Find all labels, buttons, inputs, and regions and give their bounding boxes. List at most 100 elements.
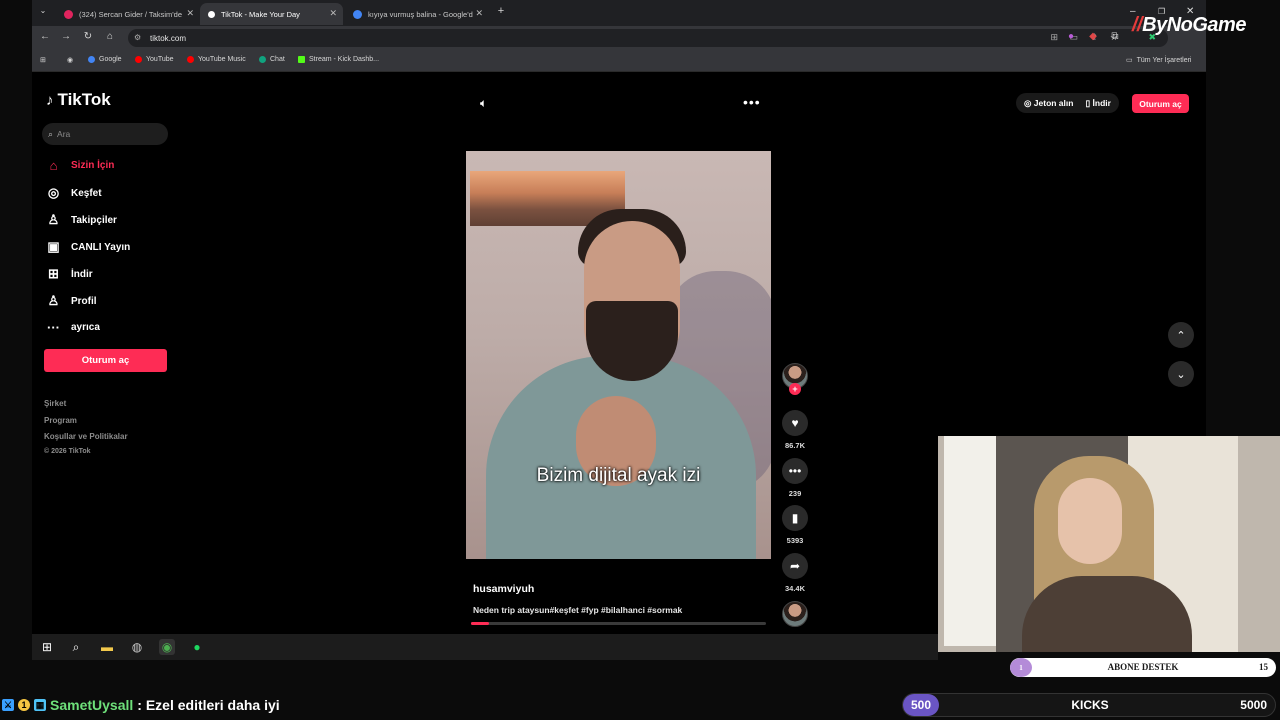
tab-google[interactable]: kıyıya vurmuş balina - Google'd ✕ [345, 3, 489, 25]
share-button[interactable]: ➦ 34.4K [780, 553, 810, 593]
streamer-sweater [1022, 576, 1192, 652]
cam-shelf [944, 436, 996, 646]
bookmark-kick[interactable]: Stream - Kick Dashb... [298, 56, 379, 63]
like-button[interactable]: ♥ 86.7K [780, 410, 810, 450]
bookmark-google[interactable]: Google [88, 56, 122, 63]
bookmark-youtube[interactable]: YouTube [135, 56, 174, 63]
phone-icon: ▯ [1085, 97, 1093, 108]
tiktok-logo[interactable]: ♪ TikTok [46, 90, 111, 110]
file-explorer-icon[interactable]: ▬ [99, 639, 115, 655]
coins-label: Jeton alın [1033, 97, 1074, 108]
chat-icon [259, 56, 266, 63]
nav-label: CANLI Yayın [71, 241, 131, 253]
streamer-face [1058, 478, 1122, 564]
logo-text: TikTok [57, 90, 111, 109]
nav-for-you[interactable]: ⌂ Sizin İçin [46, 158, 115, 173]
footer-company[interactable]: Şirket [44, 399, 66, 408]
close-tab-icon[interactable]: ✕ [186, 8, 194, 19]
nav-more[interactable]: ··· ayrıca [46, 320, 100, 335]
previous-video-button[interactable]: ⌃ [1168, 322, 1194, 348]
subscriber-goal-bar: 1 ABONE DESTEK 15 [1010, 658, 1276, 677]
site-info-icon[interactable]: ⚙ [134, 33, 141, 42]
google-icon [88, 56, 95, 63]
nav-followers[interactable]: ♙ Takipçiler [46, 212, 117, 228]
bookmark-youtube-music[interactable]: YouTube Music [187, 56, 246, 63]
close-tab-icon[interactable]: ✕ [475, 8, 483, 19]
tab-youtube[interactable]: (324) Sercan Gider / Taksim'de ✕ [56, 3, 200, 25]
coin-icon: ◎ [1024, 97, 1034, 108]
top-actions: ◎ Jeton alın ▯ İndir [1016, 93, 1119, 113]
top-login-button[interactable]: Oturum aç [1132, 94, 1189, 113]
nav-profile[interactable]: ♙ Profil [46, 293, 97, 309]
footer-program[interactable]: Program [44, 416, 77, 425]
badge-icon: 1 [18, 699, 30, 711]
youtube-icon [135, 56, 142, 63]
volume-icon[interactable]: 🔈︎ [480, 96, 487, 111]
kick-icon [298, 56, 305, 63]
share-arrow-icon: ➦ [782, 553, 808, 579]
nav-label: Keşfet [71, 187, 102, 199]
chrome-icon[interactable]: ◉ [67, 56, 73, 64]
extension-icon[interactable]: ● [1064, 31, 1078, 42]
chevron-down-icon: ⌄ [1176, 368, 1186, 381]
browser-tab-bar: ⌄ (324) Sercan Gider / Taksim'de ✕ TikTo… [32, 0, 1206, 26]
forward-icon[interactable]: → [59, 31, 73, 42]
more-options-icon[interactable]: ••• [743, 94, 761, 110]
translate-icon[interactable]: ⊞ [1050, 32, 1058, 43]
comment-button[interactable]: ••• 239 [780, 458, 810, 498]
search-input[interactable]: ⌕ Ara [42, 123, 168, 145]
new-tab-button[interactable]: + [494, 5, 508, 17]
bookmark-chat[interactable]: Chat [259, 56, 285, 63]
footer-copyright: © 2026 TikTok [44, 448, 91, 455]
nav-download[interactable]: ⊞ İndir [46, 266, 93, 282]
download-app-link[interactable]: ▯ İndir [1085, 98, 1110, 109]
tab-tiktok[interactable]: TikTok - Make Your Day ✕ [200, 3, 343, 25]
bookmark-label: YouTube Music [198, 56, 246, 63]
video-progress-bar[interactable] [471, 622, 766, 625]
all-bookmarks[interactable]: ▭ Tüm Yer İşaretleri [1126, 56, 1192, 65]
video-author[interactable]: husamviyuh [473, 583, 534, 595]
chrome-taskbar-icon[interactable]: ◉ [159, 639, 175, 655]
logo-part: By [1142, 14, 1167, 36]
login-button[interactable]: Oturum aç [44, 349, 167, 372]
address-bar[interactable]: ⚙ tiktok.com ⊞ ▭ ⇪ ☆ ✖ [128, 29, 1168, 47]
back-icon[interactable]: ← [38, 31, 52, 42]
sound-disc-icon [782, 601, 808, 627]
save-button[interactable]: ▮ 5393 [780, 505, 810, 545]
goal-target: 15 [1259, 662, 1268, 672]
windows-start-icon[interactable]: ⊞ [39, 639, 55, 655]
home-icon[interactable]: ⌂ [103, 31, 117, 42]
tiktok-note-icon: ♪ [46, 91, 54, 109]
chat-text: : Ezel editleri daha iyi [137, 697, 280, 713]
apps-grid-icon[interactable]: ⊞ [40, 56, 46, 64]
spotify-icon[interactable]: ● [189, 639, 205, 655]
get-coins-link[interactable]: ◎ Jeton alın [1024, 98, 1073, 109]
extension-icon[interactable]: ◆ [1086, 31, 1100, 42]
all-bookmarks-label: Tüm Yer İşaretleri [1136, 56, 1192, 64]
follow-plus-icon[interactable]: + [789, 383, 801, 395]
tab-title: (324) Sercan Gider / Taksim'de [79, 9, 183, 19]
close-tab-icon[interactable]: ✕ [329, 8, 337, 19]
sound-avatar[interactable] [780, 601, 810, 627]
chevron-up-icon: ⌃ [1176, 329, 1186, 342]
nav-live[interactable]: ▣ CANLI Yayın [46, 239, 130, 255]
kicks-goal-bar: 500 KICKS 5000 [902, 693, 1276, 717]
chat-message: ⚔ 1 ▦ SametUysall : Ezel editleri daha i… [2, 697, 280, 713]
extensions-puzzle-icon[interactable]: ⧉ [1108, 31, 1122, 42]
taskbar-search-icon[interactable]: ⌕ [68, 639, 84, 655]
bookmark-label: Google [99, 56, 122, 63]
bynogame-mark-icon: // [1132, 14, 1143, 36]
badge-icon: ▦ [34, 699, 46, 711]
tab-search-icon[interactable]: ⌄ [36, 6, 50, 15]
reload-icon[interactable]: ↻ [81, 31, 95, 42]
download-icon: ⊞ [48, 266, 59, 281]
next-video-button[interactable]: ⌄ [1168, 361, 1194, 387]
footer-terms[interactable]: Koşullar ve Politikalar [44, 432, 128, 441]
profile-icon: ♙ [47, 293, 60, 308]
video-player[interactable]: Bizim dijital ayak izi [466, 151, 771, 559]
url-text: tiktok.com [150, 33, 187, 43]
nav-explore[interactable]: ◎ Keşfet [46, 185, 102, 201]
bookmark-label: Stream - Kick Dashb... [309, 56, 380, 63]
obs-icon[interactable]: ◍ [129, 639, 145, 655]
author-avatar-button[interactable]: + [780, 363, 810, 395]
